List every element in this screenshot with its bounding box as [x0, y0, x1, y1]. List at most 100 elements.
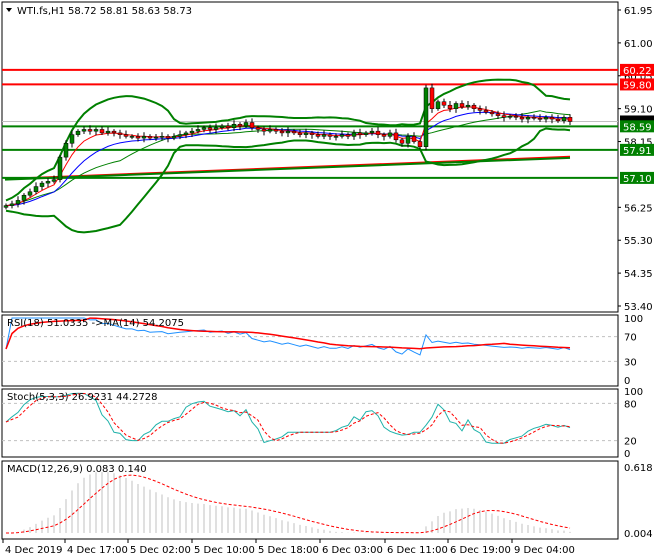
candle-body [57, 156, 63, 180]
candle-body [297, 132, 303, 135]
rsi-tick-label: 30 [624, 357, 637, 368]
candle-body [279, 130, 285, 134]
candle-body [189, 130, 195, 134]
candle-body [141, 136, 147, 139]
candle-body [237, 123, 243, 127]
candle-body [261, 129, 267, 132]
time-tick-label: 6 Dec 03:00 [322, 545, 383, 556]
stoch-label: Stoch(5,3,3) 26.9231 44.2728 [7, 392, 158, 403]
stoch-panel[interactable]: Stoch(5,3,3) 26.9231 44.2728 [1, 388, 619, 458]
candle-body [63, 143, 69, 158]
candle-body [351, 132, 357, 137]
candle-body [183, 132, 189, 135]
candle [423, 84, 429, 151]
candle-body [309, 132, 315, 135]
price-tick-label: 55.30 [624, 236, 653, 247]
time-tick-label: 5 Dec 02:00 [130, 545, 191, 556]
candle-body [333, 136, 339, 138]
candle-body [123, 134, 129, 137]
candle [57, 155, 63, 183]
candle-body [219, 125, 225, 128]
level-label: 59.80 [623, 80, 652, 91]
candle-body [387, 132, 393, 137]
time-tick-label: 5 Dec 18:00 [258, 545, 319, 556]
candle-body [207, 127, 213, 130]
level-label: 60.22 [623, 66, 652, 77]
rsi-label: RSI(18) 51.0335 ->MA(14) 54.2075 [7, 318, 184, 329]
candle-body [429, 87, 435, 109]
candle-body [435, 101, 441, 109]
time-tick-label: 6 Dec 11:00 [387, 545, 448, 556]
candle-body [195, 129, 201, 132]
candle-body [357, 132, 363, 135]
candle-body [441, 101, 447, 106]
price-tick-label: 54.35 [624, 269, 653, 280]
candle-body [231, 123, 237, 128]
candle-body [495, 113, 501, 116]
candle-body [471, 104, 477, 109]
time-tick-label: 4 Dec 17:00 [67, 545, 128, 556]
time-tick-label: 4 Dec 2019 [5, 545, 63, 556]
level-label: 57.91 [623, 146, 652, 157]
stoch-tick-label: 80 [624, 399, 637, 410]
candle-body [423, 87, 429, 147]
candle-body [369, 130, 375, 134]
candle-body [3, 205, 9, 208]
candle-body [375, 130, 381, 135]
candle-body [147, 136, 153, 139]
candle-body [417, 141, 423, 147]
candle-body [555, 118, 561, 122]
candle-body [531, 117, 537, 119]
level-label: 58.59 [623, 122, 652, 133]
rsi-tick-label: 0 [624, 376, 630, 387]
macd-tick-label: 0.004 [624, 529, 653, 540]
candle-body [363, 132, 369, 135]
candle-body [405, 136, 411, 144]
candle-body [513, 116, 519, 118]
candle-body [339, 134, 345, 137]
candle-body [411, 136, 417, 142]
candle-body [81, 129, 87, 132]
rsi-tick-label: 100 [624, 314, 643, 325]
candle-body [177, 134, 183, 137]
candle-body [33, 186, 39, 193]
price-tick-label: 61.00 [624, 39, 653, 50]
candle-body [447, 104, 453, 109]
candle-body [171, 136, 177, 139]
candle-body [69, 134, 75, 144]
candle-body [273, 129, 279, 132]
candle-body [543, 117, 549, 120]
price-panel[interactable] [1, 1, 619, 313]
macd-panel[interactable]: MACD(12,26,9) 0.083 0.140 [1, 460, 619, 540]
candle-body [153, 136, 159, 139]
candle-body [9, 203, 15, 206]
candle-body [267, 129, 273, 132]
level-label: 57.10 [623, 174, 652, 185]
candle-body [477, 108, 483, 111]
price-tick-label: 53.40 [624, 302, 653, 313]
candle-body [321, 134, 327, 137]
candle-body [75, 130, 81, 135]
candle-body [345, 134, 351, 137]
price-tick-label: 61.95 [624, 6, 653, 17]
candle-body [501, 115, 507, 118]
candle-body [165, 136, 171, 139]
macd-tick-label: 0.618 [624, 463, 653, 474]
candle-body [93, 129, 99, 132]
candle-body [243, 122, 249, 127]
candle-body [489, 111, 495, 115]
candle-body [381, 134, 387, 137]
candle-body [201, 127, 207, 130]
candle-body [159, 136, 165, 138]
candle-body [87, 129, 93, 132]
time-tick-label: 5 Dec 10:00 [194, 545, 255, 556]
candle-body [561, 117, 567, 122]
candle-body [453, 103, 459, 109]
candle-body [549, 117, 555, 120]
rsi-panel[interactable]: RSI(18) 51.0335 ->MA(14) 54.2075 [1, 314, 619, 387]
macd-label: MACD(12,26,9) 0.083 0.140 [7, 464, 147, 475]
candle-body [111, 130, 117, 134]
candle-body [39, 182, 45, 187]
candle-body [507, 116, 513, 118]
candle-body [465, 104, 471, 108]
